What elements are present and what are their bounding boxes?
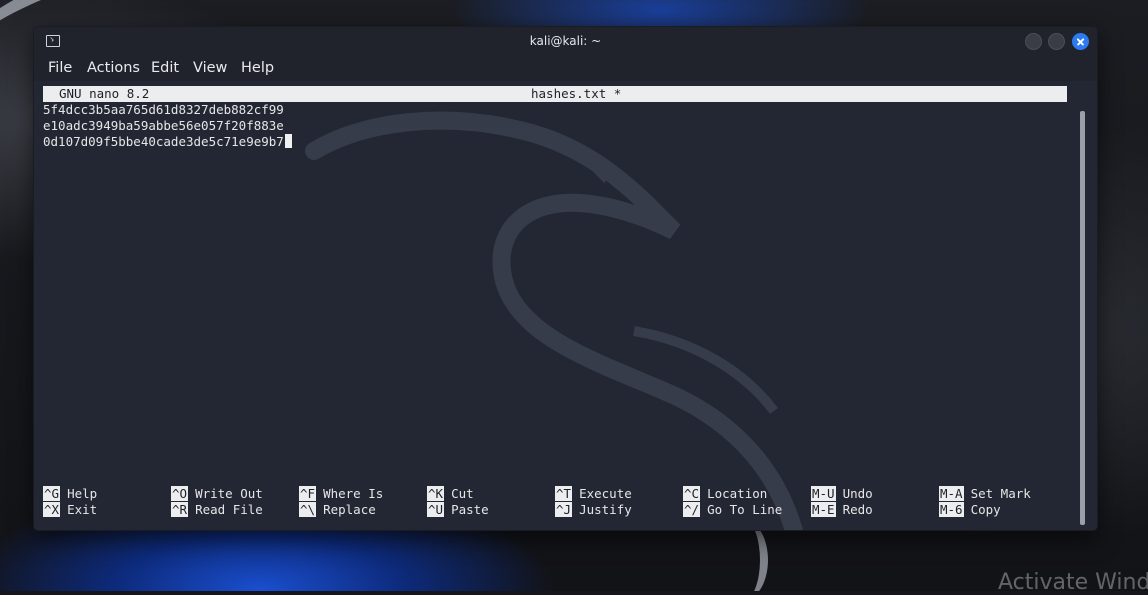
shortcut-read-file[interactable]: ^R Read File xyxy=(171,502,263,518)
shortcut-key: M-A xyxy=(939,486,964,501)
minimize-button[interactable] xyxy=(1025,33,1042,50)
activate-windows-watermark: Activate Wind xyxy=(998,570,1148,595)
shortcut-label: Write Out xyxy=(195,486,263,501)
shortcut-key: ^G xyxy=(43,486,61,501)
shortcut-key: ^\ xyxy=(299,502,317,517)
menu-help[interactable]: Help xyxy=(241,60,274,76)
shortcut-label: Read File xyxy=(195,502,263,517)
shortcut-where-is[interactable]: ^F Where Is xyxy=(299,486,383,502)
menu-edit[interactable]: Edit xyxy=(151,60,179,76)
shortcut-help[interactable]: ^G Help xyxy=(43,486,97,502)
shortcut-label: Go To Line xyxy=(707,502,783,517)
terminal-area[interactable]: GNU nano 8.2 hashes.txt * 5f4dcc3b5aa765… xyxy=(34,81,1097,530)
window-titlebar[interactable]: kali@kali: ~ xyxy=(34,27,1097,57)
shortcut-label: Cut xyxy=(451,486,474,501)
shortcut-label: Location xyxy=(707,486,768,501)
shortcut-undo[interactable]: M-U Undo xyxy=(811,486,873,502)
editor-line[interactable]: e10adc3949ba59abbe56e057f20f883e xyxy=(43,118,284,134)
shortcut-go-to-line[interactable]: ^/ Go To Line xyxy=(683,502,782,518)
shortcut-key: ^X xyxy=(43,502,61,517)
menu-bar: File Actions Edit View Help xyxy=(34,57,1097,81)
close-button[interactable] xyxy=(1072,33,1089,50)
nano-version: GNU nano 8.2 xyxy=(59,86,150,101)
shortcut-key: ^K xyxy=(427,486,445,501)
shortcut-label: Execute xyxy=(579,486,632,501)
shortcut-location[interactable]: ^C Location xyxy=(683,486,767,502)
shortcut-key: M-U xyxy=(811,486,836,501)
shortcut-key: ^O xyxy=(171,486,189,501)
shortcut-label: Undo xyxy=(842,486,873,501)
wallpaper-swoosh-lower xyxy=(720,520,768,591)
shortcut-cut[interactable]: ^K Cut xyxy=(427,486,474,502)
shortcut-label: Set Mark xyxy=(970,486,1031,501)
shortcut-label: Where Is xyxy=(323,486,384,501)
shortcut-label: Exit xyxy=(67,502,98,517)
shortcut-label: Help xyxy=(67,486,98,501)
terminal-window[interactable]: kali@kali: ~ File Actions Edit View Help… xyxy=(34,27,1097,530)
shortcut-key: ^C xyxy=(683,486,701,501)
maximize-button[interactable] xyxy=(1048,33,1065,50)
shortcut-label: Paste xyxy=(451,502,489,517)
shortcut-key: ^F xyxy=(299,486,317,501)
text-cursor xyxy=(284,134,292,148)
menu-actions[interactable]: Actions xyxy=(87,60,140,76)
shortcut-exit[interactable]: ^X Exit xyxy=(43,502,97,518)
terminal-scrollbar[interactable] xyxy=(1080,111,1085,525)
shortcut-label: Copy xyxy=(970,502,1001,517)
menu-view[interactable]: View xyxy=(193,60,227,76)
menu-file[interactable]: File xyxy=(48,60,72,76)
shortcut-paste[interactable]: ^U Paste xyxy=(427,502,489,518)
shortcut-label: Replace xyxy=(323,502,376,517)
window-title: kali@kali: ~ xyxy=(529,34,602,48)
editor-line[interactable]: 5f4dcc3b5aa765d61d8327deb882cf99 xyxy=(43,102,284,118)
kali-dragon-logo xyxy=(305,111,803,530)
shortcut-label: Redo xyxy=(842,502,873,517)
shortcut-label: Justify xyxy=(579,502,632,517)
shortcut-write-out[interactable]: ^O Write Out xyxy=(171,486,263,502)
shortcut-execute[interactable]: ^T Execute xyxy=(555,486,632,502)
shortcut-redo[interactable]: M-E Redo xyxy=(811,502,873,518)
shortcut-key: ^T xyxy=(555,486,573,501)
shortcut-set-mark[interactable]: M-A Set Mark xyxy=(939,486,1031,502)
shortcut-key: ^U xyxy=(427,502,445,517)
shortcut-key: ^R xyxy=(171,502,189,517)
editor-line-text[interactable]: 0d107d09f5bbe40cade3de5c71e9e9b7 xyxy=(43,134,284,149)
editor-line-current[interactable]: 0d107d09f5bbe40cade3de5c71e9e9b7 xyxy=(43,134,292,150)
shortcut-justify[interactable]: ^J Justify xyxy=(555,502,632,518)
nano-filename: hashes.txt * xyxy=(531,86,622,101)
shortcut-key: M-6 xyxy=(939,502,964,517)
shortcut-replace[interactable]: ^\ Replace xyxy=(299,502,376,518)
shortcut-key: ^J xyxy=(555,502,573,517)
nano-title-bar: GNU nano 8.2 hashes.txt * xyxy=(43,86,1067,102)
shortcut-key: ^/ xyxy=(683,502,701,517)
shortcut-copy[interactable]: M-6 Copy xyxy=(939,502,1001,518)
shortcut-key: M-E xyxy=(811,502,836,517)
